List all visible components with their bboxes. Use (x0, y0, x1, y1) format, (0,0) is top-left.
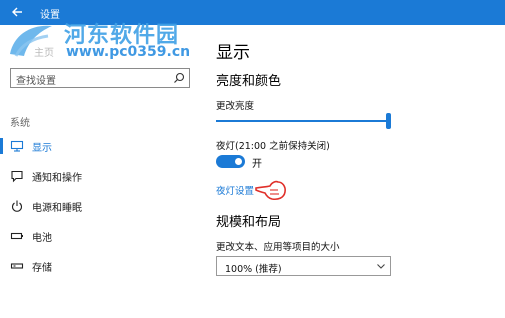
sidebar-group-label: 系统 (10, 118, 30, 129)
sidebar-item-notifications[interactable]: 通知和操作 (0, 163, 200, 189)
sidebar-item-label: 电源和睡眠 (32, 203, 82, 214)
search-placeholder: 查找设置 (16, 76, 56, 87)
cutoff-text (216, 284, 264, 288)
chevron-down-icon (377, 264, 385, 269)
pointing-hand-icon (255, 180, 286, 201)
battery-icon (10, 232, 23, 240)
sidebar-item-storage[interactable]: 存储 (0, 253, 200, 279)
sidebar-item-label: 通知和操作 (32, 173, 82, 184)
section-title-layout: 规模和布局 (216, 215, 282, 230)
night-light-label: 夜灯(21:00 之前保持关闭) (216, 141, 330, 152)
active-indicator (0, 138, 3, 154)
sidebar-item-display[interactable]: 显示 (0, 133, 200, 159)
brightness-slider-track[interactable] (216, 120, 388, 122)
home-label[interactable]: 主页 (34, 44, 54, 59)
night-light-toggle[interactable] (216, 155, 245, 168)
brightness-label: 更改亮度 (216, 101, 255, 112)
sidebar-item-battery[interactable]: 电池 (0, 223, 200, 249)
sidebar-item-label: 存储 (32, 263, 52, 274)
sidebar-item-label: 电池 (32, 233, 52, 244)
window-title: 设置 (40, 10, 60, 21)
toggle-state-label: 开 (252, 159, 262, 170)
toggle-knob (235, 158, 242, 165)
search-input[interactable]: 查找设置 (10, 68, 190, 88)
storage-icon (10, 263, 24, 269)
back-arrow-icon (12, 7, 22, 17)
scale-label: 更改文本、应用等项目的大小 (216, 242, 340, 253)
brightness-slider-thumb[interactable] (386, 113, 391, 129)
power-icon (12, 200, 22, 212)
watermark-url: www.pc0359.cn (66, 44, 191, 60)
sidebar-item-power[interactable]: 电源和睡眠 (0, 193, 200, 219)
section-title-brightness: 亮度和颜色 (216, 74, 282, 89)
monitor-icon (10, 140, 24, 152)
back-button[interactable] (8, 3, 26, 21)
sidebar-item-label: 显示 (32, 143, 52, 154)
scale-dropdown[interactable]: 100% (推荐) (216, 256, 391, 276)
page-title: 显示 (216, 43, 250, 63)
scale-dropdown-value: 100% (推荐) (225, 264, 282, 275)
notification-icon (11, 170, 23, 183)
night-light-settings-link[interactable]: 夜灯设置 (216, 183, 254, 197)
search-icon[interactable] (173, 72, 185, 84)
